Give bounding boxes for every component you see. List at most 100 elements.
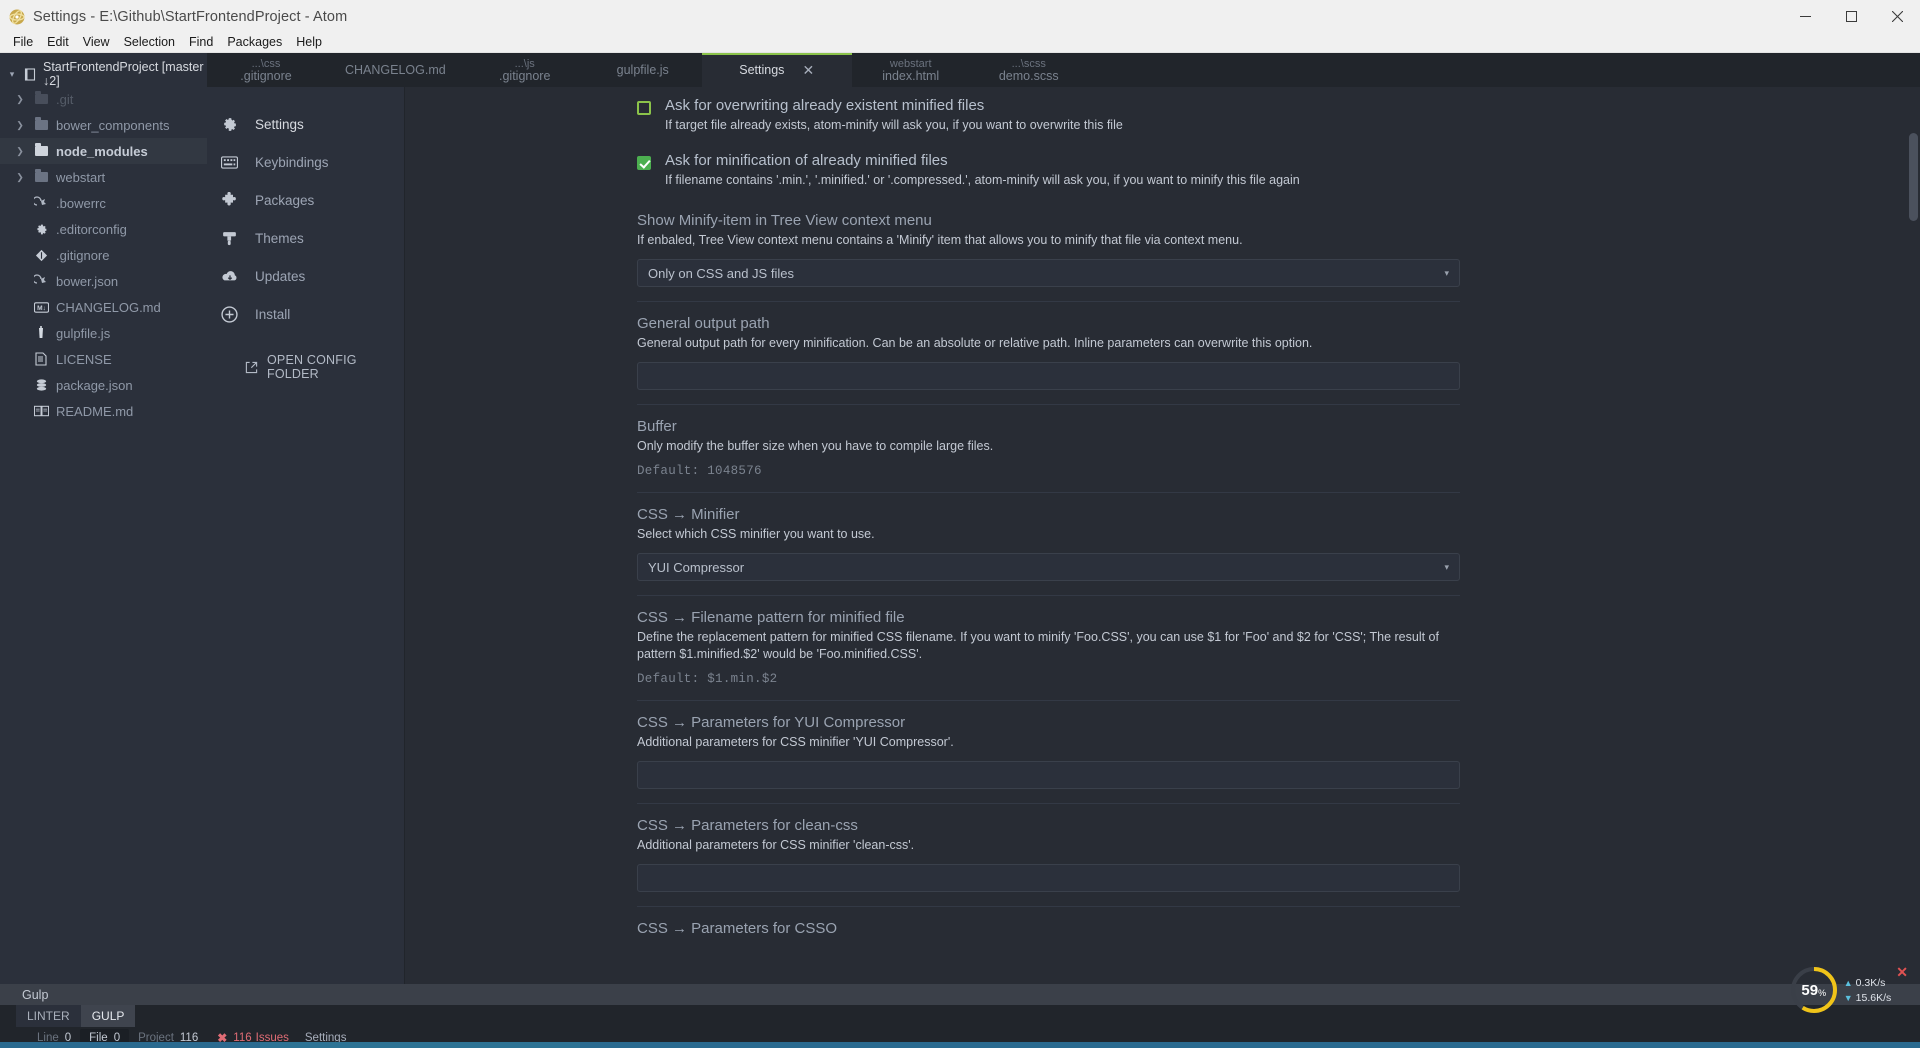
book-icon — [28, 405, 54, 417]
tab-label: index.html — [882, 68, 940, 83]
tree-item-bower-components[interactable]: ❯ bower_components — [0, 112, 207, 138]
tab-label: CHANGELOG.md — [345, 63, 446, 77]
chevron-down-icon[interactable]: ▾ — [1444, 562, 1449, 573]
network-download: ▼ 15.6K/s — [1844, 992, 1892, 1004]
tab-scss-demo[interactable]: ...\scss demo.scss — [970, 53, 1088, 87]
menu-item-selection[interactable]: Selection — [117, 33, 182, 52]
tab-label: Settings — [739, 62, 785, 77]
setting-ask-overwrite: Ask for overwriting already existent min… — [637, 97, 1460, 136]
tree-item-gitignore[interactable]: .gitignore — [0, 242, 207, 268]
tree-item-editorconfig[interactable]: .editorconfig — [0, 216, 207, 242]
bottom-tab-gulp[interactable]: GULP — [80, 1005, 136, 1027]
menu-item-help[interactable]: Help — [289, 33, 329, 52]
tree-item-package-json[interactable]: package.json — [0, 372, 207, 398]
vertical-scrollbar[interactable] — [1909, 133, 1918, 221]
bottom-tab-linter[interactable]: LINTER — [16, 1005, 81, 1027]
tree-item-webstart[interactable]: ❯ webstart — [0, 164, 207, 190]
arrow-down-icon: ▼ — [1843, 992, 1853, 1003]
close-button[interactable] — [1874, 0, 1920, 33]
menu-item-find[interactable]: Find — [182, 33, 220, 52]
main-area: ...\css .gitignore CHANGELOG.md ...\js .… — [207, 53, 1920, 984]
settings-nav-keybindings[interactable]: Keybindings — [207, 143, 404, 181]
maximize-button[interactable] — [1828, 0, 1874, 33]
chevron-right-icon[interactable]: ❯ — [12, 94, 28, 105]
tree-item-git[interactable]: ❯ .git — [0, 86, 207, 112]
settings-nav-label: Settings — [255, 116, 304, 132]
setting-css-params-cleancss: CSS → Parameters for clean-css Additiona… — [637, 806, 1460, 909]
gulp-icon — [28, 326, 54, 340]
tab-gulpfile[interactable]: gulpfile.js — [584, 53, 702, 87]
settings-nav: Settings Keybindings Packages Themes Upd… — [207, 87, 405, 984]
open-config-folder-button[interactable]: OPEN CONFIG FOLDER — [207, 353, 404, 381]
tree-item-node-modules[interactable]: ❯ node_modules — [0, 138, 207, 164]
settings-content-panel[interactable]: Ask for overwriting already existent min… — [405, 87, 1920, 984]
close-icon[interactable]: ✕ — [802, 63, 814, 77]
settings-nav-install[interactable]: Install — [207, 295, 404, 333]
markdown-icon: M↓ — [28, 301, 54, 313]
css-params-yui-input[interactable] — [637, 761, 1460, 789]
ask-minify-checkbox[interactable] — [637, 156, 651, 170]
chevron-right-icon[interactable]: ❯ — [12, 120, 28, 131]
tree-item-gulpfile[interactable]: gulpfile.js — [0, 320, 207, 346]
menu-item-file[interactable]: File — [6, 33, 40, 52]
css-minifier-value: YUI Compressor — [648, 559, 745, 575]
tab-js-gitignore[interactable]: ...\js .gitignore — [466, 53, 584, 87]
settings-nav-updates[interactable]: Updates — [207, 257, 404, 295]
settings-nav-settings[interactable]: Settings — [207, 105, 404, 143]
tab-label: gulpfile.js — [616, 63, 669, 77]
general-output-path-description: General output path for every minificati… — [637, 336, 1313, 350]
atom-window: Settings - E:\Github\StartFrontendProjec… — [0, 0, 1920, 1048]
tree-view-item-select[interactable]: Only on CSS and JS files ▾ — [637, 259, 1460, 287]
tree-item-changelog[interactable]: M↓ CHANGELOG.md — [0, 294, 207, 320]
setting-css-minifier: CSS → Minifier Select which CSS minifier… — [637, 495, 1460, 598]
general-output-path-input[interactable] — [637, 362, 1460, 390]
tab-settings[interactable]: Settings ✕ — [701, 53, 852, 87]
menu-item-view[interactable]: View — [76, 33, 117, 52]
divider — [637, 404, 1460, 405]
npm-icon — [28, 378, 54, 392]
tree-view-item-description: If enbaled, Tree View context menu conta… — [637, 233, 1243, 247]
gear-icon — [221, 116, 255, 133]
chevron-right-icon[interactable]: ❯ — [12, 172, 28, 183]
divider — [637, 301, 1460, 302]
menu-item-packages[interactable]: Packages — [220, 33, 289, 52]
tab-label: .gitignore — [240, 68, 292, 83]
menu-item-edit[interactable]: Edit — [40, 33, 76, 52]
tree-root-label: StartFrontendProject [master ↓2] — [43, 60, 204, 88]
network-monitor-widget[interactable]: 59% ▲ 0.3K/s ▼ 15.6K/s ✕ — [1788, 964, 1908, 1016]
chevron-right-icon[interactable]: ❯ — [12, 146, 28, 157]
tree-item-license[interactable]: LICENSE — [0, 346, 207, 372]
gulp-panel-title: Gulp — [22, 987, 49, 1002]
tree-item-label: bower.json — [56, 273, 119, 289]
tree-item-readme[interactable]: README.md — [0, 398, 207, 424]
taskbar-strip — [0, 1042, 1920, 1048]
git-icon — [28, 249, 54, 262]
css-minifier-select[interactable]: YUI Compressor ▾ — [637, 553, 1460, 581]
network-widget-close-icon[interactable]: ✕ — [1896, 964, 1908, 981]
css-params-yui-title: CSS → Parameters for YUI Compressor — [637, 714, 906, 731]
divider — [637, 803, 1460, 804]
tree-view-item-value: Only on CSS and JS files — [648, 265, 794, 281]
tree-root-project[interactable]: ▾ StartFrontendProject [master ↓2] — [0, 60, 207, 88]
tree-item-label: bower_components — [56, 117, 170, 133]
general-output-path-title: General output path — [637, 315, 770, 332]
bottom-panel-tabs: LINTER GULP — [0, 1005, 1920, 1027]
tree-view-item-title: Show Minify-item in Tree View context me… — [637, 212, 932, 229]
chevron-down-icon[interactable]: ▾ — [1444, 268, 1449, 279]
tab-changelog[interactable]: CHANGELOG.md — [325, 53, 466, 87]
chevron-down-icon[interactable]: ▾ — [4, 69, 20, 80]
tab-css-gitignore[interactable]: ...\css .gitignore — [207, 53, 325, 87]
tree-item-label: README.md — [56, 403, 134, 419]
ask-overwrite-label: Ask for overwriting already existent min… — [665, 97, 985, 114]
minimize-button[interactable] — [1782, 0, 1828, 33]
tree-item-bowerrc[interactable]: .bowerrc — [0, 190, 207, 216]
ask-overwrite-checkbox[interactable] — [637, 101, 651, 115]
settings-nav-themes[interactable]: Themes — [207, 219, 404, 257]
settings-nav-packages[interactable]: Packages — [207, 181, 404, 219]
tree-item-bower-json[interactable]: bower.json — [0, 268, 207, 294]
css-params-cleancss-input[interactable] — [637, 864, 1460, 892]
divider — [637, 492, 1460, 493]
network-stats: ▲ 0.3K/s ▼ 15.6K/s — [1844, 977, 1892, 1004]
tab-webstart-index[interactable]: webstart index.html — [852, 53, 970, 87]
tree-item-label: webstart — [56, 169, 106, 185]
